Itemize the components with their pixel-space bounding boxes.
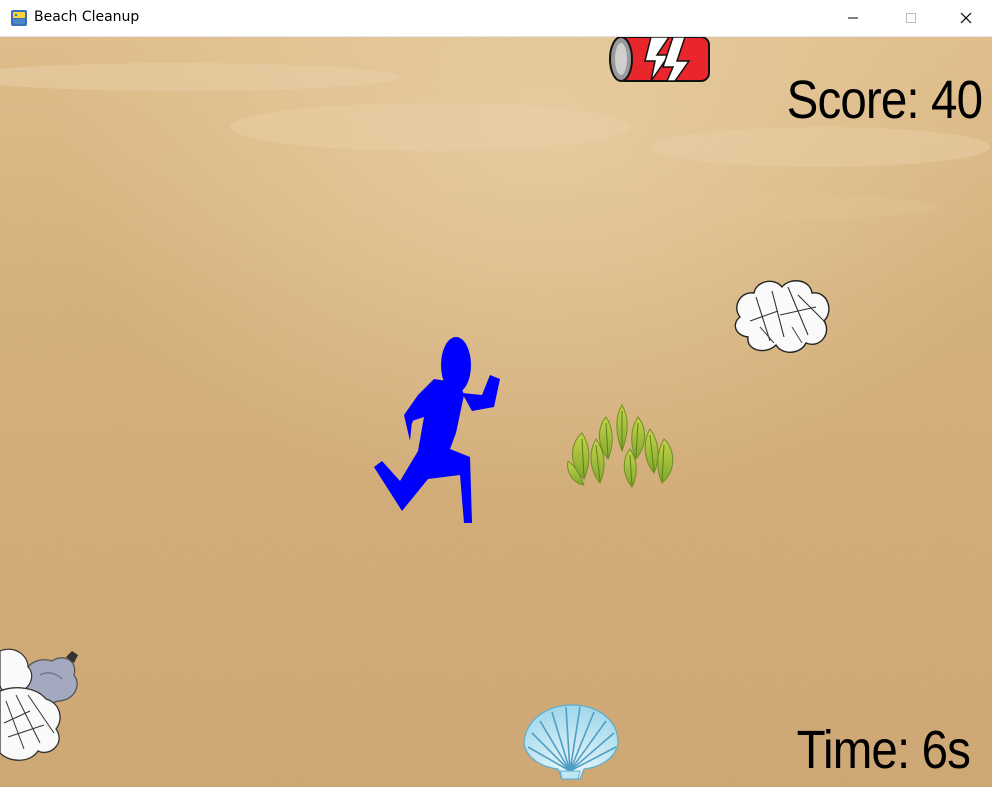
- maximize-icon: [906, 13, 916, 23]
- maximize-button[interactable]: [882, 0, 940, 36]
- window-title: Beach Cleanup: [34, 9, 140, 25]
- score-display: Score: 40: [786, 70, 983, 130]
- running-person-icon[interactable]: [372, 335, 504, 527]
- close-button[interactable]: [940, 0, 992, 36]
- minimize-icon: [848, 17, 858, 19]
- crumpled-paper-icon: [734, 280, 830, 353]
- python-app-icon: [11, 10, 27, 26]
- game-window: Beach Cleanup Score: 40 Time: 6s: [0, 0, 992, 787]
- seaweed-icon: [567, 403, 674, 488]
- seashell-icon: [523, 704, 619, 780]
- close-icon: [960, 12, 972, 24]
- soda-can-icon: [609, 37, 710, 82]
- trash-bag-icon: [0, 648, 78, 761]
- title-bar[interactable]: Beach Cleanup: [0, 0, 992, 37]
- game-canvas[interactable]: Score: 40 Time: 6s: [0, 37, 992, 787]
- timer-display: Time: 6s: [796, 720, 971, 780]
- minimize-button[interactable]: [824, 0, 882, 36]
